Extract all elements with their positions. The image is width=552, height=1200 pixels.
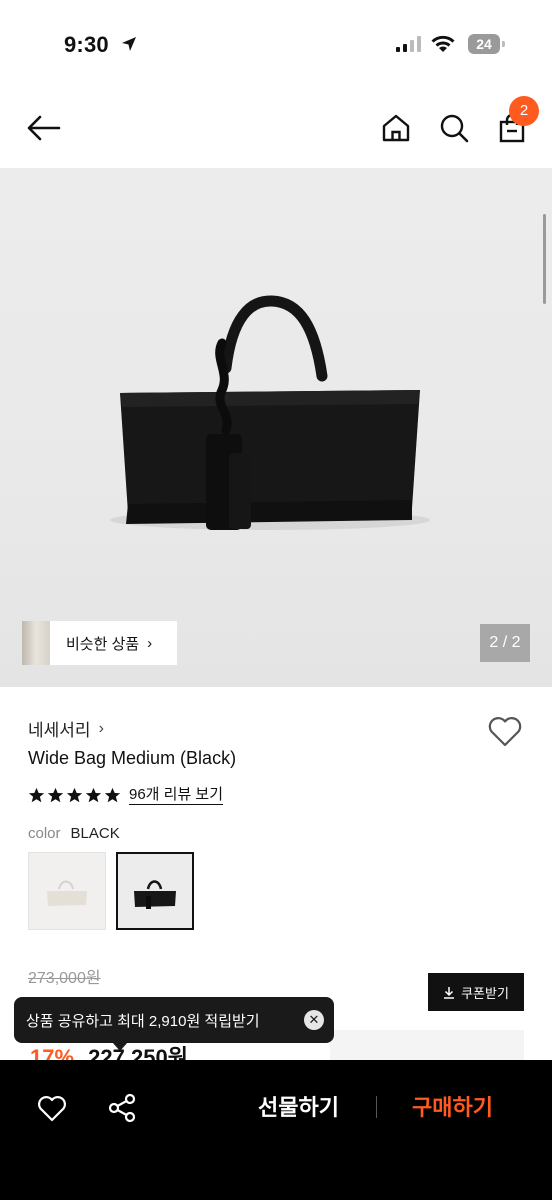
- star-icon: [47, 787, 64, 803]
- similar-product-thumbnail: [22, 621, 50, 665]
- product-photo: [110, 295, 430, 530]
- star-icon: [28, 787, 45, 803]
- ivory-bag-thumbnail: [47, 880, 87, 906]
- review-link[interactable]: 96개 리뷰 보기: [129, 786, 224, 805]
- wishlist-heart-icon[interactable]: [486, 712, 524, 750]
- original-price: 273,000원: [28, 970, 101, 987]
- battery-indicator: 24: [468, 34, 500, 54]
- rating-row: 96개 리뷰 보기: [28, 786, 224, 805]
- selected-color-value: BLACK: [70, 825, 120, 842]
- star-icon: [85, 787, 102, 803]
- product-image-carousel[interactable]: 비슷한 상품 › 2 / 2: [0, 168, 552, 687]
- chevron-right-icon: ›: [98, 719, 104, 737]
- coupon-button[interactable]: 쿠폰받기: [428, 973, 524, 1011]
- brand-name: 네세서리: [28, 721, 91, 740]
- price-detail-panel: [330, 1030, 524, 1062]
- wifi-icon: [431, 35, 455, 52]
- status-time: 9:30: [64, 32, 109, 57]
- toast-message: 상품 공유하고 최대 2,910원 적립받기: [26, 1012, 260, 1030]
- image-page-counter: 2 / 2: [480, 624, 530, 662]
- scroll-indicator: [543, 214, 546, 304]
- star-icon: [66, 787, 83, 803]
- bottom-action-bar: 선물하기 구매하기: [0, 1060, 552, 1200]
- status-bar: 9:30 24: [0, 0, 552, 88]
- gift-button[interactable]: 선물하기: [258, 1090, 339, 1122]
- coupon-button-label: 쿠폰받기: [461, 985, 509, 1001]
- chevron-right-icon: ›: [147, 634, 153, 652]
- buy-button[interactable]: 구매하기: [412, 1090, 493, 1122]
- color-label: color: [28, 825, 61, 842]
- search-icon: [440, 114, 469, 143]
- product-name: Wide Bag Medium (Black): [28, 748, 237, 768]
- color-swatch-ivory[interactable]: [28, 852, 106, 930]
- similar-products-label: 비슷한 상품: [66, 635, 140, 653]
- heart-icon[interactable]: [36, 1092, 68, 1124]
- cellular-signal-icon: [396, 36, 421, 52]
- search-button[interactable]: [436, 110, 472, 146]
- divider: [376, 1096, 377, 1118]
- home-icon: [382, 114, 410, 142]
- download-icon: [444, 986, 455, 999]
- cart-count-badge: 2: [509, 96, 539, 126]
- brand-link[interactable]: 네세서리 ›: [28, 716, 104, 741]
- home-button[interactable]: [378, 110, 414, 146]
- share-icon[interactable]: [106, 1092, 138, 1124]
- color-option-row: color BLACK: [28, 825, 120, 842]
- location-arrow-icon: [122, 37, 136, 51]
- toast-pointer: [112, 1042, 128, 1051]
- share-reward-toast: 상품 공유하고 최대 2,910원 적립받기 ✕: [14, 997, 334, 1043]
- star-icon: [104, 787, 121, 803]
- sale-price-row: 17% 227,250원: [30, 1040, 188, 1062]
- close-icon[interactable]: ✕: [304, 1010, 324, 1030]
- top-navigation: [0, 88, 552, 168]
- back-arrow-icon: [27, 115, 61, 141]
- color-swatch-black[interactable]: [116, 852, 194, 930]
- battery-nub: [502, 41, 505, 47]
- similar-products-button[interactable]: 비슷한 상품 ›: [22, 621, 177, 665]
- black-bag-thumbnail: [134, 880, 176, 909]
- star-rating: [28, 787, 121, 804]
- back-button[interactable]: [26, 110, 62, 146]
